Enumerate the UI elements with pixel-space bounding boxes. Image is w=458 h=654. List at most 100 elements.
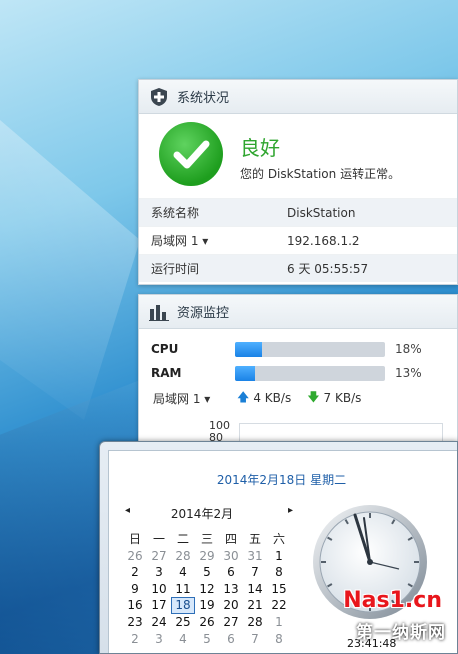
calendar-day[interactable]: 16 (123, 597, 147, 614)
resource-monitor-header: 资源监控 (139, 295, 457, 329)
calendar-week: 2345678 (123, 631, 293, 648)
lan-dropdown[interactable]: 局域网 1 ▾ (139, 232, 287, 249)
calendar-day[interactable]: 31 (243, 548, 267, 565)
ram-label: RAM (151, 366, 182, 380)
download-speed: 7 KB/s (323, 391, 362, 405)
calendar-day[interactable]: 2 (123, 631, 147, 648)
calendar-week: 23 24 25 26 27 28 1 (123, 614, 293, 631)
calendar-day[interactable]: 19 (195, 597, 219, 614)
weekday-label: 三 (200, 532, 213, 546)
cpu-bar (235, 341, 385, 357)
network-row: 局域网 1 ▾ 🡅 4 KB/s 🡇 7 KB/s (139, 385, 457, 411)
calendar-grid: 日一二三四五六 26 27 28 29 30 31 1 2 3 4 5 6 7 8 9 10 11 12 13 14 15… (123, 531, 293, 647)
status-title: 良好 (240, 136, 280, 160)
ram-bar (235, 365, 385, 381)
info-key: 运行时间 (151, 262, 200, 276)
calendar-day[interactable]: 23 (123, 614, 147, 631)
info-row-lan: 局域网 1 ▾ 192.168.1.2 (139, 226, 457, 254)
calendar-day[interactable]: 4 (171, 631, 195, 648)
calendar-week: 9 10 11 12 13 14 15 (123, 581, 293, 598)
calendar-day[interactable]: 7 (243, 631, 267, 648)
calendar-day[interactable]: 29 (195, 548, 219, 565)
status-summary: 良好 您的 DiskStation 运转正常。 (139, 114, 457, 198)
calendar-day[interactable]: 22 (267, 597, 291, 614)
calendar-week: 16 17 18 19 20 21 22 (123, 597, 293, 614)
calendar-day[interactable]: 13 (219, 581, 243, 598)
calendar-day[interactable]: 14 (243, 581, 267, 598)
calendar-day[interactable]: 12 (195, 581, 219, 598)
month-label[interactable]: 2014年2月 (117, 505, 287, 522)
calendar-day[interactable]: 6 (219, 564, 243, 581)
calendar-day[interactable]: 15 (267, 581, 291, 598)
network-lan-dropdown[interactable]: 局域网 1 ▾ (153, 390, 237, 407)
calendar-day[interactable]: 5 (195, 564, 219, 581)
status-ok-icon (159, 122, 223, 186)
bar-chart-icon (149, 302, 169, 322)
cpu-bar-fill (235, 341, 262, 357)
next-month-button[interactable]: ▸ (288, 505, 293, 516)
system-status-header: 系统状况 (139, 80, 457, 114)
watermark-line1: Nas1.cn (343, 588, 442, 613)
shield-plus-icon (149, 87, 169, 107)
info-row-uptime: 运行时间 6 天 05:55:57 (139, 254, 457, 282)
weekday-label: 五 (248, 532, 261, 546)
calendar-day[interactable]: 7 (243, 564, 267, 581)
resource-monitor-title: 资源监控 (177, 306, 230, 321)
upload-arrow-icon: 🡅 (237, 389, 250, 404)
weekday-label: 一 (152, 532, 165, 546)
calendar-day[interactable]: 28 (171, 548, 195, 565)
site-watermark: Nas1.cn 第一纳斯网 (328, 588, 448, 648)
calendar-day[interactable]: 5 (195, 631, 219, 648)
calendar-week: 26 27 28 29 30 31 1 (123, 548, 293, 565)
weekday-header: 日一二三四五六 (123, 531, 293, 548)
calendar-day[interactable]: 30 (219, 548, 243, 565)
calendar-day[interactable]: 3 (147, 564, 171, 581)
download-arrow-icon: 🡇 (307, 389, 320, 404)
calendar-day[interactable]: 8 (267, 564, 291, 581)
calendar-day[interactable]: 27 (219, 614, 243, 631)
calendar-day[interactable]: 9 (123, 581, 147, 598)
cpu-label: CPU (151, 342, 179, 356)
info-key: 系统名称 (151, 206, 200, 220)
month-navigation: ◂ 2014年2月 ▸ (117, 505, 293, 522)
calendar-day[interactable]: 1 (267, 548, 291, 565)
info-row-system-name: 系统名称 DiskStation (139, 198, 457, 226)
calendar-day[interactable]: 26 (195, 614, 219, 631)
calendar-day[interactable]: 4 (171, 564, 195, 581)
calendar-day[interactable]: 10 (147, 581, 171, 598)
cpu-meter: CPU 18% (139, 337, 457, 361)
resource-monitor-widget: 资源监控 CPU 18% RAM 13% 局域网 1 ▾ 🡅 4 KB/s 🡇 … (138, 294, 458, 463)
calendar-day[interactable]: 24 (147, 614, 171, 631)
calendar-day[interactable]: 27 (147, 548, 171, 565)
calendar-day[interactable]: 2 (123, 564, 147, 581)
calendar-day[interactable]: 26 (123, 548, 147, 565)
weekday-label: 二 (176, 532, 189, 546)
info-value: 6 天 05:55:57 (287, 262, 369, 276)
calendar-day[interactable]: 20 (219, 597, 243, 614)
info-value: 192.168.1.2 (287, 233, 360, 248)
status-description: 您的 DiskStation 运转正常。 (240, 167, 401, 181)
calendar-day[interactable]: 25 (171, 614, 195, 631)
calendar-day[interactable]: 8 (267, 631, 291, 648)
ram-percent: 13% (395, 366, 422, 380)
weekday-label: 日 (128, 532, 141, 546)
ram-meter: RAM 13% (139, 361, 457, 385)
calendar-day[interactable]: 21 (243, 597, 267, 614)
calendar-day[interactable]: 6 (219, 631, 243, 648)
system-status-widget: 系统状况 良好 您的 DiskStation 运转正常。 系统名称 DiskSt… (138, 79, 458, 285)
calendar-day[interactable]: 11 (171, 581, 195, 598)
calendar-day-selected[interactable]: 18 (171, 597, 195, 614)
calendar-week: 2345678 (123, 564, 293, 581)
weekday-label: 四 (224, 532, 237, 546)
system-status-title: 系统状况 (177, 91, 230, 106)
wallpaper-shard (0, 120, 140, 420)
cpu-percent: 18% (395, 342, 422, 356)
calendar-day[interactable]: 3 (147, 631, 171, 648)
weekday-label: 六 (272, 532, 285, 546)
calendar-day[interactable]: 1 (267, 614, 291, 631)
ram-bar-fill (235, 365, 255, 381)
date-link[interactable]: 2014年2月18日 星期二 (109, 471, 454, 488)
calendar-day[interactable]: 17 (147, 597, 171, 614)
calendar-day[interactable]: 28 (243, 614, 267, 631)
watermark-line2: 第一纳斯网 (356, 623, 446, 643)
